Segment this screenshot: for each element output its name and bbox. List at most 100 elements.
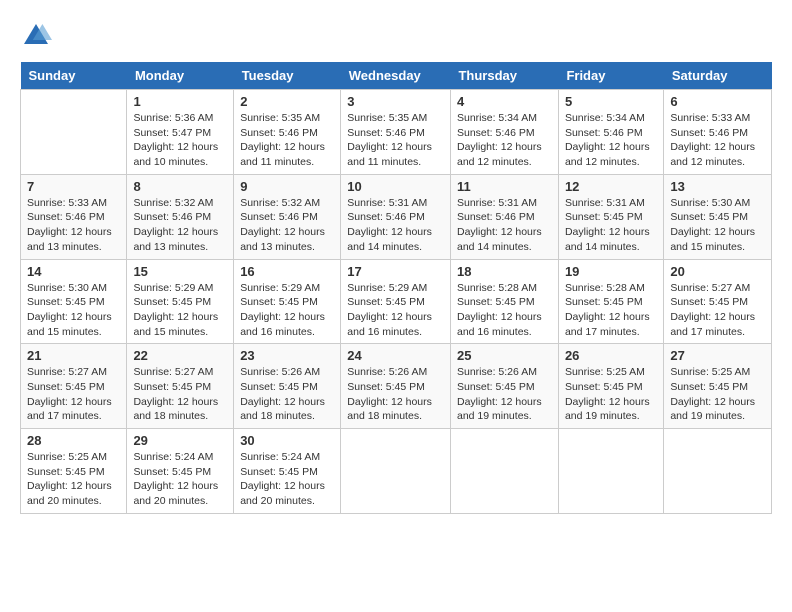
calendar-cell: 19 Sunrise: 5:28 AMSunset: 5:45 PMDayligh… — [558, 259, 663, 344]
calendar-cell: 10 Sunrise: 5:31 AMSunset: 5:46 PMDayligh… — [341, 174, 451, 259]
day-info: Sunrise: 5:30 AMSunset: 5:45 PMDaylight:… — [27, 281, 120, 340]
header-friday: Friday — [558, 62, 663, 90]
header-thursday: Thursday — [450, 62, 558, 90]
day-info: Sunrise: 5:31 AMSunset: 5:46 PMDaylight:… — [347, 196, 444, 255]
day-number: 7 — [27, 179, 120, 194]
day-info: Sunrise: 5:31 AMSunset: 5:46 PMDaylight:… — [457, 196, 552, 255]
header-tuesday: Tuesday — [234, 62, 341, 90]
day-info: Sunrise: 5:32 AMSunset: 5:46 PMDaylight:… — [240, 196, 334, 255]
day-info: Sunrise: 5:33 AMSunset: 5:46 PMDaylight:… — [27, 196, 120, 255]
calendar-cell: 30 Sunrise: 5:24 AMSunset: 5:45 PMDayligh… — [234, 429, 341, 514]
day-number: 1 — [133, 94, 227, 109]
header-wednesday: Wednesday — [341, 62, 451, 90]
calendar-cell: 11 Sunrise: 5:31 AMSunset: 5:46 PMDayligh… — [450, 174, 558, 259]
day-info: Sunrise: 5:28 AMSunset: 5:45 PMDaylight:… — [565, 281, 657, 340]
calendar-cell — [664, 429, 772, 514]
day-number: 25 — [457, 348, 552, 363]
day-info: Sunrise: 5:24 AMSunset: 5:45 PMDaylight:… — [240, 450, 334, 509]
day-number: 30 — [240, 433, 334, 448]
day-info: Sunrise: 5:29 AMSunset: 5:45 PMDaylight:… — [133, 281, 227, 340]
day-info: Sunrise: 5:25 AMSunset: 5:45 PMDaylight:… — [670, 365, 765, 424]
calendar-cell: 18 Sunrise: 5:28 AMSunset: 5:45 PMDayligh… — [450, 259, 558, 344]
day-number: 17 — [347, 264, 444, 279]
calendar-table: SundayMondayTuesdayWednesdayThursdayFrid… — [20, 62, 772, 514]
calendar-cell: 17 Sunrise: 5:29 AMSunset: 5:45 PMDayligh… — [341, 259, 451, 344]
day-number: 3 — [347, 94, 444, 109]
day-info: Sunrise: 5:30 AMSunset: 5:45 PMDaylight:… — [670, 196, 765, 255]
day-number: 27 — [670, 348, 765, 363]
calendar-cell: 14 Sunrise: 5:30 AMSunset: 5:45 PMDayligh… — [21, 259, 127, 344]
day-info: Sunrise: 5:26 AMSunset: 5:45 PMDaylight:… — [240, 365, 334, 424]
calendar-cell: 2Sunrise: 5:35 AMSunset: 5:46 PMDaylight… — [234, 90, 341, 175]
day-number: 6 — [670, 94, 765, 109]
calendar-cell — [341, 429, 451, 514]
day-info: Sunrise: 5:26 AMSunset: 5:45 PMDaylight:… — [457, 365, 552, 424]
day-number: 5 — [565, 94, 657, 109]
week-row-3: 14 Sunrise: 5:30 AMSunset: 5:45 PMDayligh… — [21, 259, 772, 344]
day-info: Sunrise: 5:34 AMSunset: 5:46 PMDaylight:… — [565, 111, 657, 170]
calendar-cell: 6 Sunrise: 5:33 AMSunset: 5:46 PMDaylight… — [664, 90, 772, 175]
day-number: 16 — [240, 264, 334, 279]
calendar-cell: 4 Sunrise: 5:34 AMSunset: 5:46 PMDaylight… — [450, 90, 558, 175]
calendar-cell: 15 Sunrise: 5:29 AMSunset: 5:45 PMDayligh… — [127, 259, 234, 344]
calendar-cell: 20Sunrise: 5:27 AMSunset: 5:45 PMDayligh… — [664, 259, 772, 344]
calendar-cell: 1 Sunrise: 5:36 AMSunset: 5:47 PMDaylight… — [127, 90, 234, 175]
day-info: Sunrise: 5:28 AMSunset: 5:45 PMDaylight:… — [457, 281, 552, 340]
page-header — [20, 20, 772, 52]
day-number: 21 — [27, 348, 120, 363]
calendar-cell: 22 Sunrise: 5:27 AMSunset: 5:45 PMDayligh… — [127, 344, 234, 429]
day-info: Sunrise: 5:25 AMSunset: 5:45 PMDaylight:… — [27, 450, 120, 509]
day-info: Sunrise: 5:36 AMSunset: 5:47 PMDaylight:… — [133, 111, 227, 170]
calendar-cell: 27 Sunrise: 5:25 AMSunset: 5:45 PMDayligh… — [664, 344, 772, 429]
day-info: Sunrise: 5:35 AMSunset: 5:46 PMDaylight:… — [240, 111, 334, 170]
calendar-cell — [558, 429, 663, 514]
day-info: Sunrise: 5:29 AMSunset: 5:45 PMDaylight:… — [347, 281, 444, 340]
calendar-cell: 29Sunrise: 5:24 AMSunset: 5:45 PMDayligh… — [127, 429, 234, 514]
day-number: 11 — [457, 179, 552, 194]
day-info: Sunrise: 5:32 AMSunset: 5:46 PMDaylight:… — [133, 196, 227, 255]
day-info: Sunrise: 5:25 AMSunset: 5:45 PMDaylight:… — [565, 365, 657, 424]
calendar-cell: 13 Sunrise: 5:30 AMSunset: 5:45 PMDayligh… — [664, 174, 772, 259]
day-info: Sunrise: 5:26 AMSunset: 5:45 PMDaylight:… — [347, 365, 444, 424]
calendar-cell: 3 Sunrise: 5:35 AMSunset: 5:46 PMDaylight… — [341, 90, 451, 175]
day-info: Sunrise: 5:34 AMSunset: 5:46 PMDaylight:… — [457, 111, 552, 170]
day-number: 8 — [133, 179, 227, 194]
calendar-cell: 23 Sunrise: 5:26 AMSunset: 5:45 PMDayligh… — [234, 344, 341, 429]
calendar-cell — [450, 429, 558, 514]
day-number: 10 — [347, 179, 444, 194]
day-number: 22 — [133, 348, 227, 363]
header-monday: Monday — [127, 62, 234, 90]
day-number: 15 — [133, 264, 227, 279]
day-number: 18 — [457, 264, 552, 279]
day-number: 13 — [670, 179, 765, 194]
day-number: 26 — [565, 348, 657, 363]
day-info: Sunrise: 5:24 AMSunset: 5:45 PMDaylight:… — [133, 450, 227, 509]
header-saturday: Saturday — [664, 62, 772, 90]
days-header-row: SundayMondayTuesdayWednesdayThursdayFrid… — [21, 62, 772, 90]
week-row-5: 28 Sunrise: 5:25 AMSunset: 5:45 PMDayligh… — [21, 429, 772, 514]
day-number: 19 — [565, 264, 657, 279]
calendar-cell: 12Sunrise: 5:31 AMSunset: 5:45 PMDayligh… — [558, 174, 663, 259]
week-row-1: 1 Sunrise: 5:36 AMSunset: 5:47 PMDaylight… — [21, 90, 772, 175]
day-info: Sunrise: 5:27 AMSunset: 5:45 PMDaylight:… — [670, 281, 765, 340]
calendar-cell: 5 Sunrise: 5:34 AMSunset: 5:46 PMDaylight… — [558, 90, 663, 175]
day-number: 24 — [347, 348, 444, 363]
day-number: 23 — [240, 348, 334, 363]
calendar-cell: 25 Sunrise: 5:26 AMSunset: 5:45 PMDayligh… — [450, 344, 558, 429]
day-info: Sunrise: 5:27 AMSunset: 5:45 PMDaylight:… — [133, 365, 227, 424]
week-row-4: 21 Sunrise: 5:27 AMSunset: 5:45 PMDayligh… — [21, 344, 772, 429]
calendar-cell: 8 Sunrise: 5:32 AMSunset: 5:46 PMDaylight… — [127, 174, 234, 259]
day-number: 4 — [457, 94, 552, 109]
logo — [20, 20, 56, 52]
day-number: 12 — [565, 179, 657, 194]
day-number: 14 — [27, 264, 120, 279]
calendar-cell: 26 Sunrise: 5:25 AMSunset: 5:45 PMDayligh… — [558, 344, 663, 429]
day-number: 28 — [27, 433, 120, 448]
calendar-cell: 24 Sunrise: 5:26 AMSunset: 5:45 PMDayligh… — [341, 344, 451, 429]
logo-icon — [20, 20, 52, 52]
week-row-2: 7 Sunrise: 5:33 AMSunset: 5:46 PMDaylight… — [21, 174, 772, 259]
day-info: Sunrise: 5:35 AMSunset: 5:46 PMDaylight:… — [347, 111, 444, 170]
calendar-cell — [21, 90, 127, 175]
day-info: Sunrise: 5:33 AMSunset: 5:46 PMDaylight:… — [670, 111, 765, 170]
day-info: Sunrise: 5:29 AMSunset: 5:45 PMDaylight:… — [240, 281, 334, 340]
